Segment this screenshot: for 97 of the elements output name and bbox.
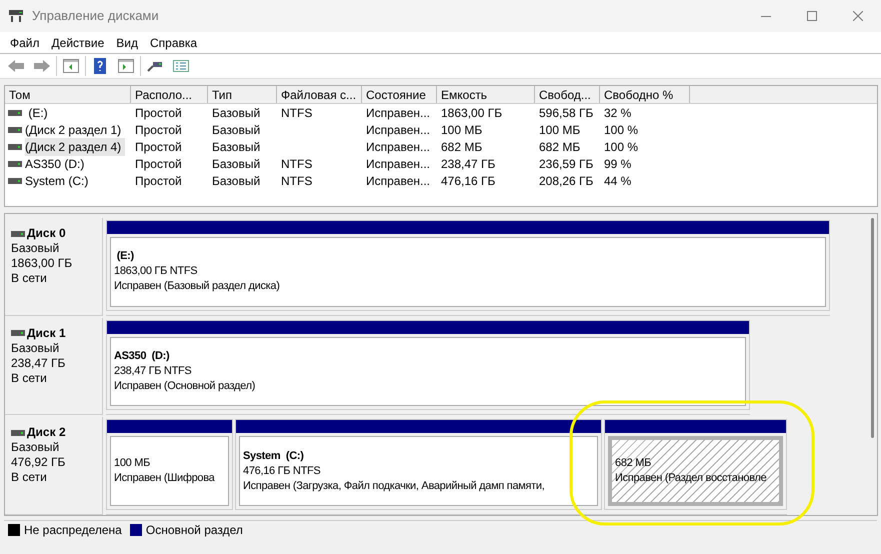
table-cell: 476,16 ГБ bbox=[441, 174, 496, 188]
maximize-icon bbox=[807, 11, 817, 21]
menu-item[interactable]: Справка bbox=[144, 34, 204, 52]
disk-type: Базовый bbox=[11, 440, 60, 456]
column-header[interactable]: Тип bbox=[208, 86, 277, 103]
table-cell: Простой bbox=[135, 122, 182, 136]
disk-size: 476,92 ГБ bbox=[11, 455, 66, 470]
volume-name[interactable]: (Диск 2 раздел 1) bbox=[25, 120, 122, 138]
disk-drive-icon bbox=[8, 126, 22, 132]
disk-size: 238,47 ГБ bbox=[11, 356, 66, 371]
partition-status: Исправен (Шифрова bbox=[114, 471, 214, 486]
volume-name[interactable]: AS350 (D:) bbox=[25, 154, 84, 172]
volume-name[interactable]: (E:) bbox=[25, 104, 48, 122]
partition-size: 476,16 ГБ NTFS bbox=[243, 464, 320, 479]
partition-status: Исправен (Основной раздел) bbox=[114, 379, 256, 394]
table-cell: 208,26 ГБ bbox=[539, 174, 594, 188]
disk-management-icon bbox=[8, 9, 24, 23]
partition-status: Исправен (Раздел восстановле bbox=[615, 471, 766, 486]
partition-size: 682 МБ bbox=[615, 456, 651, 472]
table-cell: Простой bbox=[135, 140, 182, 154]
table-cell: NTFS bbox=[281, 174, 312, 188]
table-cell: 100 % bbox=[604, 122, 638, 136]
legend-label: Не распределена bbox=[24, 522, 122, 538]
partition-size: 100 МБ bbox=[114, 456, 150, 472]
disk-drive-icon bbox=[11, 330, 25, 336]
partition-size: 1863,00 ГБ NTFS bbox=[114, 264, 198, 280]
table-cell: NTFS bbox=[281, 156, 312, 170]
disk-label-panel[interactable]: Диск 1 Базовый 238,47 ГБ В сети bbox=[5, 318, 103, 416]
table-cell: Простой bbox=[135, 156, 182, 170]
volume-name[interactable]: (Диск 2 раздел 4) bbox=[25, 138, 126, 156]
disk-type: Базовый bbox=[11, 340, 60, 356]
column-header[interactable]: Свобод... bbox=[535, 86, 600, 103]
disk-drive-icon bbox=[8, 110, 22, 116]
disk-label-panel[interactable]: Диск 2 Базовый 476,92 ГБ В сети bbox=[5, 417, 103, 516]
table-cell: Базовый bbox=[212, 140, 260, 154]
column-header[interactable]: Емкость bbox=[437, 86, 535, 103]
column-header[interactable]: Располо... bbox=[131, 86, 208, 103]
disk-status: В сети bbox=[11, 370, 48, 386]
table-cell: 682 МБ bbox=[539, 140, 580, 154]
disk-name: Диск 1 bbox=[27, 326, 66, 341]
disk-drive-icon bbox=[8, 160, 22, 166]
table-cell: 1863,00 ГБ bbox=[441, 106, 502, 120]
table-cell: 100 % bbox=[604, 140, 638, 154]
partition-block[interactable]: 682 МБ Исправен (Раздел восстановле bbox=[604, 419, 787, 510]
menu-item[interactable]: Файл bbox=[4, 34, 46, 52]
disk-name: Диск 0 bbox=[27, 226, 66, 241]
disk-drive-icon bbox=[8, 178, 22, 184]
table-cell: Базовый bbox=[212, 122, 260, 136]
column-header[interactable]: Свободно % bbox=[600, 86, 690, 103]
partition-label: AS350 (D:) bbox=[114, 349, 170, 364]
table-cell: 682 МБ bbox=[441, 140, 482, 154]
column-header[interactable]: Состояние bbox=[362, 86, 437, 103]
partition-label: System (C:) bbox=[243, 448, 304, 464]
table-cell: Исправен... bbox=[366, 174, 430, 188]
partition-block[interactable]: AS350 (D:) 238,47 ГБ NTFS Исправен (Основной раздел) bbox=[106, 320, 750, 410]
disk-drive-icon bbox=[8, 144, 22, 150]
column-header[interactable]: Файловая с... bbox=[277, 86, 362, 103]
table-cell: Базовый bbox=[212, 106, 260, 120]
table-cell: 100 МБ bbox=[441, 122, 482, 136]
table-cell: Простой bbox=[135, 174, 182, 188]
menu-item[interactable]: Действие bbox=[46, 34, 110, 52]
partition-size: 238,47 ГБ NTFS bbox=[114, 364, 192, 379]
partition-label: (E:) bbox=[116, 249, 134, 264]
table-cell: Исправен... bbox=[366, 122, 430, 136]
volume-name[interactable]: System (C:) bbox=[25, 172, 88, 190]
window-title: Управление дисками bbox=[32, 7, 159, 26]
table-cell: 44 % bbox=[604, 174, 632, 188]
table-cell: 99 % bbox=[604, 156, 632, 170]
table-cell: Базовый bbox=[212, 174, 260, 188]
table-cell: 238,47 ГБ bbox=[441, 156, 496, 170]
table-cell: NTFS bbox=[281, 106, 312, 120]
table-cell: Исправен... bbox=[366, 156, 430, 170]
disk-size: 1863,00 ГБ bbox=[11, 256, 74, 271]
table-cell: Исправен... bbox=[366, 106, 430, 120]
legend-label: Основной раздел bbox=[146, 522, 243, 538]
disk-label-panel[interactable]: Диск 0 Базовый 1863,00 ГБ В сети bbox=[5, 218, 103, 316]
table-cell: Простой bbox=[135, 106, 182, 120]
disk-status: В сети bbox=[11, 470, 48, 486]
partition-block[interactable]: System (C:) 476,16 ГБ NTFS Исправен (Загрузка, Файл подкачки, Аварийный дамп памяти, bbox=[235, 419, 602, 510]
table-cell: Исправен... bbox=[366, 140, 430, 154]
partition-status: Исправен (Загрузка, Файл подкачки, Аварийный дамп памяти, bbox=[243, 478, 546, 494]
table-cell: 236,59 ГБ bbox=[539, 156, 594, 170]
table-cell: 596,58 ГБ bbox=[539, 106, 594, 120]
partition-block[interactable]: 100 МБ Исправен (Шифрова bbox=[106, 419, 233, 510]
disk-name: Диск 2 bbox=[27, 425, 66, 440]
table-cell: 32 % bbox=[604, 106, 632, 120]
partition-block[interactable]: (E:) 1863,00 ГБ NTFS Исправен (Базовый раздел диска) bbox=[106, 220, 830, 311]
partition-status: Исправен (Базовый раздел диска) bbox=[114, 279, 280, 294]
column-header[interactable]: Том bbox=[5, 86, 131, 103]
disk-type: Базовый bbox=[11, 241, 60, 256]
disk-drive-icon bbox=[11, 430, 25, 436]
close-icon bbox=[853, 11, 863, 21]
disk-status: В сети bbox=[11, 271, 48, 286]
table-cell: Базовый bbox=[212, 156, 260, 170]
disk-drive-icon bbox=[11, 230, 25, 236]
menu-item[interactable]: Вид bbox=[110, 34, 144, 52]
table-cell: 100 МБ bbox=[539, 122, 580, 136]
